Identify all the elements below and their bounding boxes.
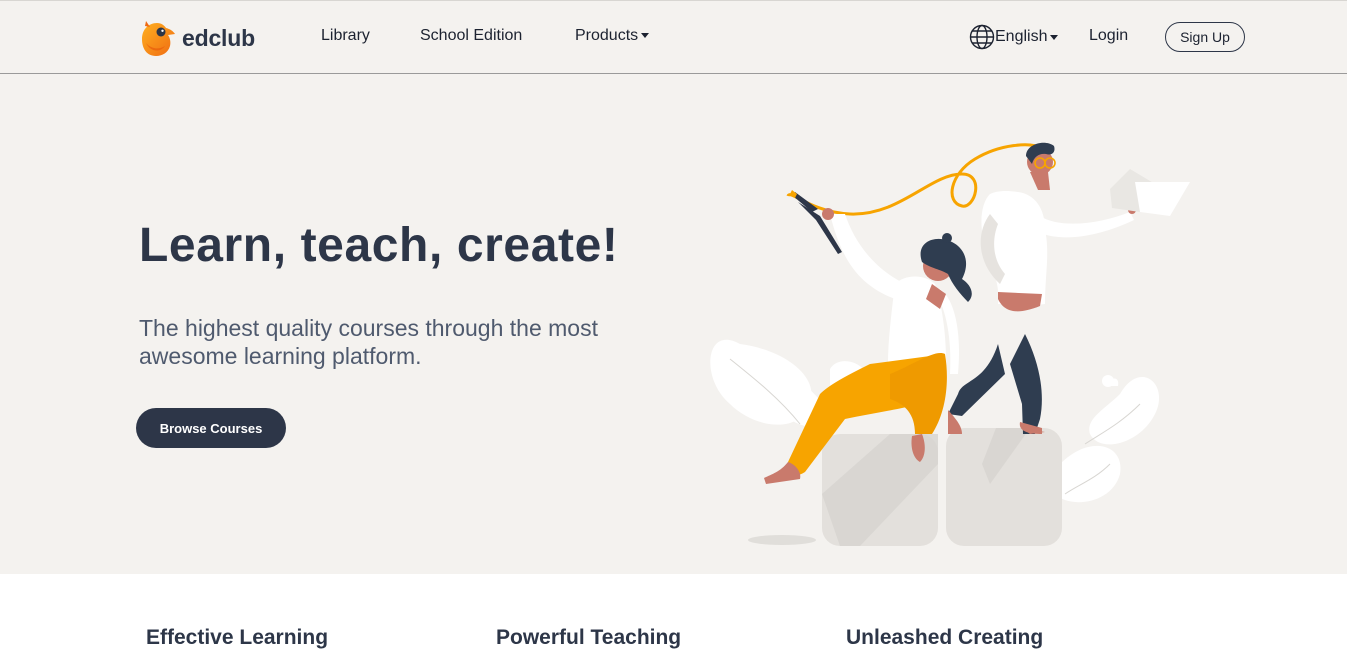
nav-products-dropdown[interactable]: Products	[575, 27, 650, 45]
nav-products-label: Products	[575, 27, 639, 44]
login-link[interactable]: Login	[1089, 27, 1128, 45]
hero-title: Learn, teach, create!	[139, 219, 619, 272]
top-navigation-bar: edclub Library School Edition Products E…	[0, 0, 1347, 74]
language-selector[interactable]: English	[969, 24, 1059, 50]
caret-down-icon	[1050, 34, 1059, 40]
sign-up-button[interactable]: Sign Up	[1165, 22, 1245, 52]
feature-title-learning: Effective Learning	[146, 626, 329, 649]
hero-illustration	[710, 142, 1190, 546]
caret-down-icon	[641, 33, 650, 38]
browse-courses-button[interactable]: Browse Courses	[136, 408, 286, 448]
hero-section: Learn, teach, create! The highest qualit…	[0, 74, 1347, 574]
feature-title-creating: Unleashed Creating	[846, 626, 1044, 649]
brand-name: edclub	[182, 24, 255, 51]
floor-shadow	[748, 535, 816, 545]
language-label: English	[995, 28, 1048, 45]
nav-school-edition-link[interactable]: School Edition	[420, 27, 522, 45]
feature-title-teaching: Powerful Teaching	[496, 626, 682, 649]
bird-logo-icon	[142, 21, 175, 56]
edclub-logo[interactable]: edclub	[137, 17, 255, 59]
hero-subtitle: The highest quality courses through the …	[139, 315, 598, 369]
globe-icon	[969, 24, 995, 50]
nav-library-link[interactable]: Library	[321, 27, 370, 45]
features-section: Effective Learning Powerful Teaching Unl…	[0, 574, 1347, 659]
